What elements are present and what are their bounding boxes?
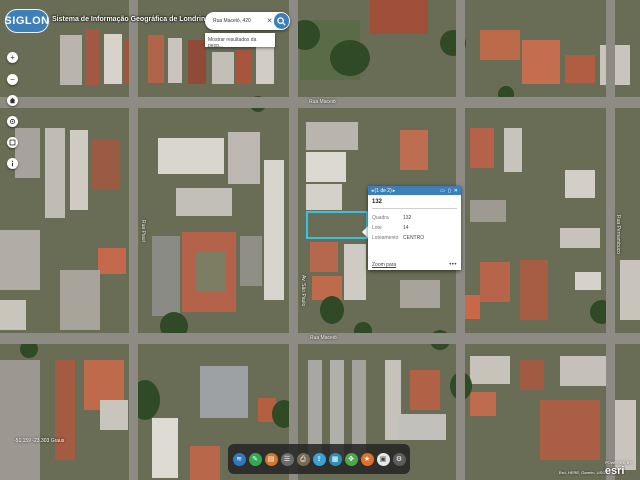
measure-icon[interactable]: ▤ [264, 452, 278, 466]
print-icon[interactable]: ⎙ [296, 452, 310, 466]
info-icon[interactable] [7, 158, 18, 169]
field-value: 14 [403, 225, 409, 231]
esri-wordmark: esri [604, 465, 625, 477]
settings-icon[interactable]: ⚙ [392, 452, 406, 466]
search-button[interactable] [274, 13, 289, 29]
dock-popup-icon[interactable]: ▭ [440, 188, 445, 194]
popup-footer: Zoom para ••• [372, 262, 457, 268]
road-west [129, 0, 138, 480]
popup-next-icon[interactable]: ▸ [393, 188, 396, 194]
widget-dock: ≋ ✎ ▤ ☰ ⎙ ⇪ ▦ ✥ ★ ▣ ⚙ [228, 444, 410, 474]
select-icon[interactable]: ✥ [344, 452, 358, 466]
search-input[interactable] [213, 18, 265, 24]
maximize-icon[interactable]: ▯ [448, 188, 451, 194]
field-value: CENTRO [403, 235, 425, 241]
road-label-top: Rua Maceió [309, 99, 336, 105]
zoom-out-icon[interactable]: − [7, 74, 18, 85]
popup-counter: (1 de 2) [374, 187, 392, 194]
esri-logo: POWERED BY esri [605, 460, 632, 477]
search-bar: ✕ [205, 12, 290, 30]
road-label-middle: Rua Maceió [310, 335, 337, 341]
search-icon [277, 16, 286, 26]
search-suggestion[interactable]: Mostrar resultados da pesq... [205, 33, 275, 49]
selected-parcel-highlight [306, 211, 368, 239]
feature-popup: ◂ (1 de 2) ▸ ▭ ▯ ✕ 132 Quadra 132 Lote 1… [368, 186, 461, 270]
layers-icon[interactable]: ≋ [232, 452, 246, 466]
popup-divider [372, 208, 457, 209]
road-center [289, 0, 298, 480]
aerial-map[interactable]: Rua Maceió Rua Maceió Rua Piauí Av. São … [0, 0, 640, 480]
basemap-icon[interactable] [7, 137, 18, 148]
road-label-vertical-left: Rua Piauí [140, 220, 146, 242]
more-options-icon[interactable]: ••• [449, 262, 457, 268]
home-icon[interactable] [7, 95, 18, 106]
road-label-vertical-right: Rua Pernambuco [615, 215, 621, 254]
share-icon[interactable]: ⇪ [312, 452, 326, 466]
field-label: Lote [372, 225, 382, 231]
road-far-east [606, 0, 615, 480]
table-row: Loteamento CENTRO [372, 233, 424, 243]
table-row: Lote 14 [372, 223, 424, 233]
siglon-logo[interactable]: SIGLON [4, 9, 49, 33]
road-label-vertical-center: Av. São Paulo [300, 275, 306, 307]
close-icon[interactable]: ✕ [454, 188, 458, 194]
legend-icon[interactable]: ☰ [280, 452, 294, 466]
zoom-to-link[interactable]: Zoom para [372, 262, 396, 268]
close-icon[interactable]: ✕ [265, 17, 274, 25]
map-attribution: Esri, HERE, Garmin, USGS [558, 470, 608, 475]
table-icon[interactable]: ▦ [328, 452, 342, 466]
field-value: 132 [403, 215, 412, 221]
zoom-in-icon[interactable]: + [7, 52, 18, 63]
field-label: Quadra [372, 215, 389, 221]
popup-title: 132 [372, 199, 383, 205]
table-row: Quadra 132 [372, 213, 424, 223]
field-label: Loteamento [372, 235, 399, 241]
locate-icon[interactable] [7, 116, 18, 127]
bookmark-icon[interactable]: ★ [360, 452, 374, 466]
coordinate-readout: -51.159 -23.303 Graus [14, 438, 65, 444]
popup-prev-icon[interactable]: ◂ [371, 188, 374, 194]
app-title: Sistema de Informação Geográfica de Lond… [52, 16, 210, 23]
popup-header: ◂ (1 de 2) ▸ ▭ ▯ ✕ [368, 186, 461, 195]
gallery-icon[interactable]: ▣ [376, 452, 390, 466]
draw-icon[interactable]: ✎ [248, 452, 262, 466]
popup-attribute-table: Quadra 132 Lote 14 Loteamento CENTRO [372, 213, 424, 243]
